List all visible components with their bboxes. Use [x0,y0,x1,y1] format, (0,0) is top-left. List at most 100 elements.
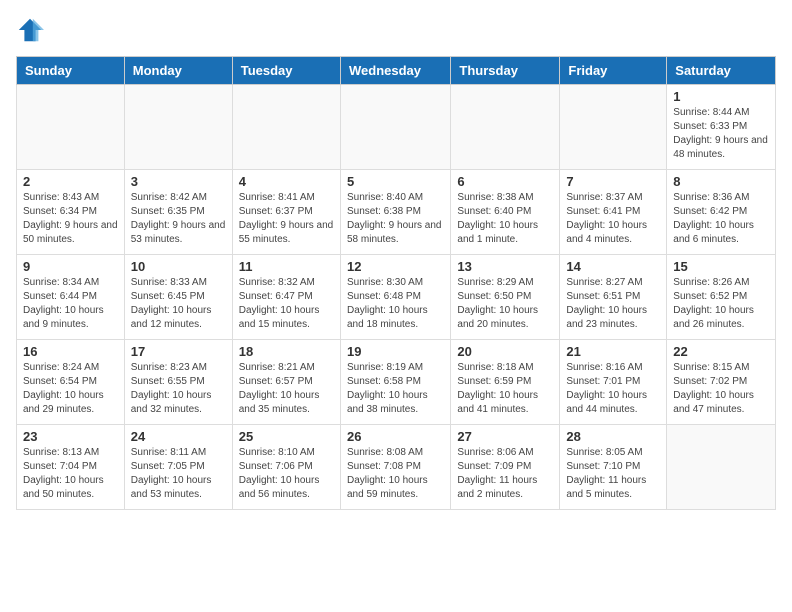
day-info: Sunrise: 8:19 AM Sunset: 6:58 PM Dayligh… [347,361,444,417]
calendar-cell: 21 Sunrise: 8:16 AM Sunset: 7:01 PM Dayli… [560,340,667,425]
col-header-tuesday: Tuesday [232,57,340,85]
day-info: Sunrise: 8:41 AM Sunset: 6:37 PM Dayligh… [239,191,334,247]
calendar-cell: 26 Sunrise: 8:08 AM Sunset: 7:08 PM Dayli… [340,425,450,510]
day-info: Sunrise: 8:13 AM Sunset: 7:04 PM Dayligh… [23,446,118,502]
day-number: 23 [23,429,118,444]
day-number: 26 [347,429,444,444]
day-info: Sunrise: 8:44 AM Sunset: 6:33 PM Dayligh… [673,106,769,162]
day-info: Sunrise: 8:23 AM Sunset: 6:55 PM Dayligh… [131,361,226,417]
calendar-cell: 18 Sunrise: 8:21 AM Sunset: 6:57 PM Dayli… [232,340,340,425]
day-number: 16 [23,344,118,359]
calendar-cell: 9 Sunrise: 8:34 AM Sunset: 6:44 PM Daylig… [17,255,125,340]
day-info: Sunrise: 8:34 AM Sunset: 6:44 PM Dayligh… [23,276,118,332]
day-info: Sunrise: 8:43 AM Sunset: 6:34 PM Dayligh… [23,191,118,247]
calendar-cell [340,85,450,170]
day-number: 18 [239,344,334,359]
calendar-cell: 20 Sunrise: 8:18 AM Sunset: 6:59 PM Dayli… [451,340,560,425]
day-info: Sunrise: 8:32 AM Sunset: 6:47 PM Dayligh… [239,276,334,332]
calendar-cell [451,85,560,170]
calendar-cell: 10 Sunrise: 8:33 AM Sunset: 6:45 PM Dayli… [124,255,232,340]
calendar-cell: 12 Sunrise: 8:30 AM Sunset: 6:48 PM Dayli… [340,255,450,340]
col-header-wednesday: Wednesday [340,57,450,85]
day-info: Sunrise: 8:16 AM Sunset: 7:01 PM Dayligh… [566,361,660,417]
day-number: 5 [347,174,444,189]
calendar-cell: 24 Sunrise: 8:11 AM Sunset: 7:05 PM Dayli… [124,425,232,510]
col-header-saturday: Saturday [667,57,776,85]
day-info: Sunrise: 8:06 AM Sunset: 7:09 PM Dayligh… [457,446,553,502]
day-number: 22 [673,344,769,359]
day-info: Sunrise: 8:05 AM Sunset: 7:10 PM Dayligh… [566,446,660,502]
day-number: 7 [566,174,660,189]
day-info: Sunrise: 8:27 AM Sunset: 6:51 PM Dayligh… [566,276,660,332]
day-info: Sunrise: 8:18 AM Sunset: 6:59 PM Dayligh… [457,361,553,417]
day-number: 12 [347,259,444,274]
logo-icon [16,16,44,44]
day-info: Sunrise: 8:15 AM Sunset: 7:02 PM Dayligh… [673,361,769,417]
day-info: Sunrise: 8:38 AM Sunset: 6:40 PM Dayligh… [457,191,553,247]
day-number: 27 [457,429,553,444]
day-info: Sunrise: 8:08 AM Sunset: 7:08 PM Dayligh… [347,446,444,502]
page-header [16,16,776,44]
calendar-cell: 22 Sunrise: 8:15 AM Sunset: 7:02 PM Dayli… [667,340,776,425]
day-info: Sunrise: 8:36 AM Sunset: 6:42 PM Dayligh… [673,191,769,247]
day-info: Sunrise: 8:30 AM Sunset: 6:48 PM Dayligh… [347,276,444,332]
day-info: Sunrise: 8:42 AM Sunset: 6:35 PM Dayligh… [131,191,226,247]
calendar-cell: 6 Sunrise: 8:38 AM Sunset: 6:40 PM Daylig… [451,170,560,255]
calendar-cell [124,85,232,170]
day-number: 13 [457,259,553,274]
day-number: 6 [457,174,553,189]
calendar-cell: 11 Sunrise: 8:32 AM Sunset: 6:47 PM Dayli… [232,255,340,340]
calendar-cell [560,85,667,170]
day-info: Sunrise: 8:40 AM Sunset: 6:38 PM Dayligh… [347,191,444,247]
day-number: 24 [131,429,226,444]
calendar-cell: 5 Sunrise: 8:40 AM Sunset: 6:38 PM Daylig… [340,170,450,255]
calendar-cell: 17 Sunrise: 8:23 AM Sunset: 6:55 PM Dayli… [124,340,232,425]
week-row-1: 1Sunrise: 8:44 AM Sunset: 6:33 PM Daylig… [17,85,776,170]
week-row-5: 23 Sunrise: 8:13 AM Sunset: 7:04 PM Dayli… [17,425,776,510]
day-number: 8 [673,174,769,189]
day-number: 2 [23,174,118,189]
calendar-table: SundayMondayTuesdayWednesdayThursdayFrid… [16,56,776,510]
calendar-cell: 27 Sunrise: 8:06 AM Sunset: 7:09 PM Dayli… [451,425,560,510]
calendar-cell: 3 Sunrise: 8:42 AM Sunset: 6:35 PM Daylig… [124,170,232,255]
col-header-thursday: Thursday [451,57,560,85]
day-info: Sunrise: 8:21 AM Sunset: 6:57 PM Dayligh… [239,361,334,417]
day-info: Sunrise: 8:11 AM Sunset: 7:05 PM Dayligh… [131,446,226,502]
calendar-cell [667,425,776,510]
logo [16,16,46,44]
day-number: 20 [457,344,553,359]
calendar-cell: 4Sunrise: 8:41 AM Sunset: 6:37 PM Daylig… [232,170,340,255]
day-number: 10 [131,259,226,274]
calendar-cell: 2 Sunrise: 8:43 AM Sunset: 6:34 PM Daylig… [17,170,125,255]
calendar-cell: 7 Sunrise: 8:37 AM Sunset: 6:41 PM Daylig… [560,170,667,255]
week-row-2: 2 Sunrise: 8:43 AM Sunset: 6:34 PM Daylig… [17,170,776,255]
calendar-cell: 28Sunrise: 8:05 AM Sunset: 7:10 PM Dayli… [560,425,667,510]
day-number: 3 [131,174,226,189]
calendar-cell: 15 Sunrise: 8:26 AM Sunset: 6:52 PM Dayli… [667,255,776,340]
day-number: 15 [673,259,769,274]
calendar-cell: 16Sunrise: 8:24 AM Sunset: 6:54 PM Dayli… [17,340,125,425]
calendar-cell [232,85,340,170]
day-info: Sunrise: 8:37 AM Sunset: 6:41 PM Dayligh… [566,191,660,247]
col-header-monday: Monday [124,57,232,85]
calendar-cell: 14 Sunrise: 8:27 AM Sunset: 6:51 PM Dayli… [560,255,667,340]
calendar-cell: 23 Sunrise: 8:13 AM Sunset: 7:04 PM Dayli… [17,425,125,510]
calendar-cell [17,85,125,170]
calendar-cell: 19Sunrise: 8:19 AM Sunset: 6:58 PM Dayli… [340,340,450,425]
calendar-cell: 25Sunrise: 8:10 AM Sunset: 7:06 PM Dayli… [232,425,340,510]
day-number: 11 [239,259,334,274]
day-info: Sunrise: 8:29 AM Sunset: 6:50 PM Dayligh… [457,276,553,332]
calendar-header-row: SundayMondayTuesdayWednesdayThursdayFrid… [17,57,776,85]
day-number: 17 [131,344,226,359]
week-row-3: 9 Sunrise: 8:34 AM Sunset: 6:44 PM Daylig… [17,255,776,340]
calendar-cell: 13 Sunrise: 8:29 AM Sunset: 6:50 PM Dayli… [451,255,560,340]
day-info: Sunrise: 8:10 AM Sunset: 7:06 PM Dayligh… [239,446,334,502]
col-header-friday: Friday [560,57,667,85]
day-number: 14 [566,259,660,274]
day-info: Sunrise: 8:33 AM Sunset: 6:45 PM Dayligh… [131,276,226,332]
day-number: 21 [566,344,660,359]
day-number: 9 [23,259,118,274]
col-header-sunday: Sunday [17,57,125,85]
day-info: Sunrise: 8:26 AM Sunset: 6:52 PM Dayligh… [673,276,769,332]
calendar-cell: 8 Sunrise: 8:36 AM Sunset: 6:42 PM Daylig… [667,170,776,255]
